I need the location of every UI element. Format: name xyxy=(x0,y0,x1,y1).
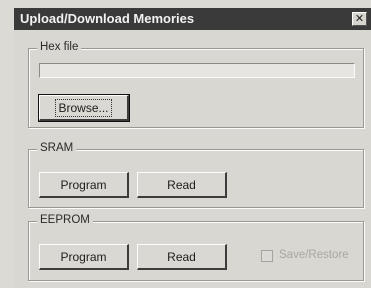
browse-button[interactable]: Browse... xyxy=(38,94,130,122)
eeprom-group: EEPROM Program Read Save/Restore xyxy=(28,214,364,281)
close-button[interactable]: ✕ xyxy=(352,12,367,26)
sram-group: SRAM Program Read xyxy=(28,142,364,208)
window-title: Upload/Download Memories xyxy=(20,11,195,26)
hex-file-group: Hex file Browse... xyxy=(28,41,364,128)
upload-download-dialog: Upload/Download Memories ✕ Hex file Brow… xyxy=(14,8,371,288)
sram-program-button[interactable]: Program xyxy=(39,172,129,198)
close-icon: ✕ xyxy=(354,13,365,25)
eeprom-program-label: Program xyxy=(60,249,107,264)
eeprom-read-label: Read xyxy=(167,249,196,264)
hex-file-path-field[interactable] xyxy=(39,63,355,78)
eeprom-program-button[interactable]: Program xyxy=(39,244,129,270)
title-bar[interactable]: Upload/Download Memories ✕ xyxy=(14,8,371,30)
hex-file-label: Hex file xyxy=(37,41,82,53)
browse-button-label: Browse... xyxy=(55,98,112,117)
save-restore-checkbox[interactable] xyxy=(261,250,273,262)
sram-read-button[interactable]: Read xyxy=(137,172,227,198)
save-restore-label: Save/Restore xyxy=(279,249,349,261)
sram-program-label: Program xyxy=(60,177,107,192)
sram-label: SRAM xyxy=(37,142,77,154)
eeprom-label: EEPROM xyxy=(37,214,93,226)
sram-read-label: Read xyxy=(167,177,196,192)
eeprom-read-button[interactable]: Read xyxy=(137,244,227,270)
screen: { "window": { "title": "Upload/Download … xyxy=(0,0,371,288)
